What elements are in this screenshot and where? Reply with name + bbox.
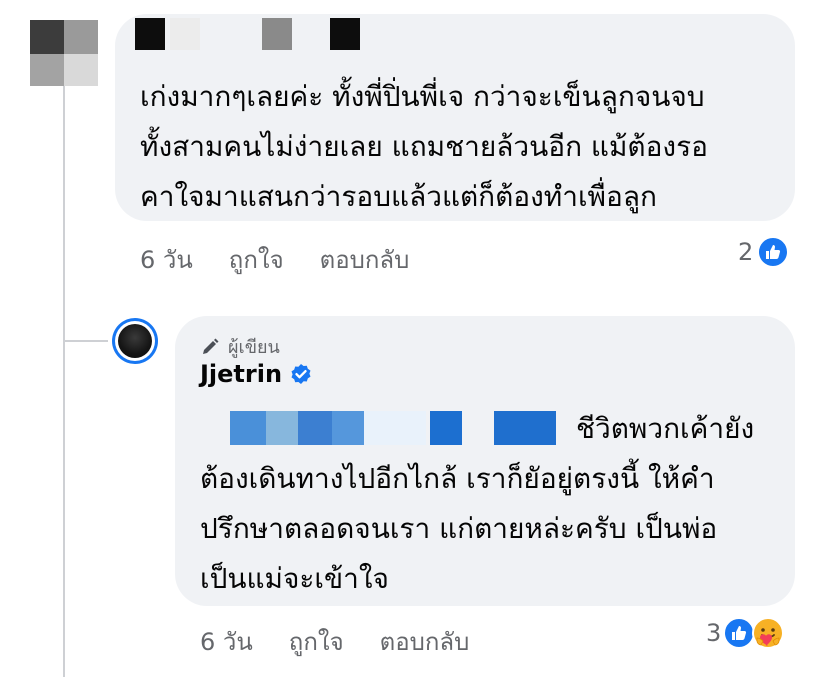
comment-time[interactable]: 6 วัน: [140, 240, 193, 279]
author-avatar-photo: [118, 324, 152, 358]
reply-reactions[interactable]: 3: [706, 616, 785, 650]
commenter-name-redacted[interactable]: [130, 18, 370, 54]
comment-text: เก่งมากๆเลยค่ะ ทั้งพี่ปิ่นพี่เจ กว่าจะเข…: [140, 80, 708, 213]
reply-author[interactable]: Jjetrin: [200, 360, 312, 388]
commenter-avatar-pixelated[interactable]: [30, 20, 100, 86]
redaction-block: [262, 18, 292, 50]
author-avatar[interactable]: [112, 318, 158, 364]
redaction-block: [266, 411, 298, 445]
author-name[interactable]: Jjetrin: [200, 360, 282, 388]
redaction-block: [135, 18, 165, 50]
care-icon: [752, 617, 785, 649]
verified-badge-icon: [291, 364, 311, 384]
avatar-pixel: [30, 20, 64, 54]
redaction-block: [364, 411, 426, 445]
avatar-pixel: [64, 54, 98, 86]
redaction-block: [332, 411, 364, 445]
redaction-block: [170, 18, 200, 50]
author-avatar-ring: [115, 321, 155, 361]
author-badge-label: ผู้เขียน: [228, 337, 280, 358]
redaction-block: [430, 411, 462, 445]
comment-reactions[interactable]: 2: [738, 236, 790, 268]
author-badge: ผู้เขียน: [200, 332, 280, 361]
thread-connector-vertical: [63, 80, 65, 677]
redaction-block: [494, 411, 556, 445]
avatar-pixel: [64, 20, 98, 54]
like-button[interactable]: ถูกใจ: [289, 622, 344, 661]
comment-thread: เก่งมากๆเลยค่ะ ทั้งพี่ปิ่นพี่เจ กว่าจะเข…: [0, 0, 820, 677]
reaction-count: 3: [706, 619, 722, 647]
like-button[interactable]: ถูกใจ: [229, 240, 284, 279]
redaction-block: [298, 411, 332, 445]
reply-text-line-1: ชีวิตพวกเค้ายัง: [576, 412, 755, 445]
reply-actions: 6 วัน ถูกใจ ตอบกลับ: [200, 622, 469, 661]
reply-time[interactable]: 6 วัน: [200, 622, 253, 661]
avatar-pixel: [30, 54, 64, 86]
like-icon: [757, 236, 790, 268]
reply-redacted-mention[interactable]: [230, 411, 570, 447]
comment-actions: 6 วัน ถูกใจ ตอบกลับ: [140, 240, 409, 279]
pencil-icon: [203, 338, 219, 354]
reply-button[interactable]: ตอบกลับ: [380, 622, 470, 661]
reply-text: ต้องเดินทางไปอีกไกล้ เราก็ยัอยู่ตรงนี้ ใ…: [200, 462, 718, 595]
reply-button[interactable]: ตอบกลับ: [320, 240, 410, 279]
redaction-block: [230, 411, 266, 445]
redaction-block: [330, 18, 360, 50]
reaction-count: 2: [738, 238, 754, 266]
thread-connector-horizontal: [63, 340, 108, 342]
